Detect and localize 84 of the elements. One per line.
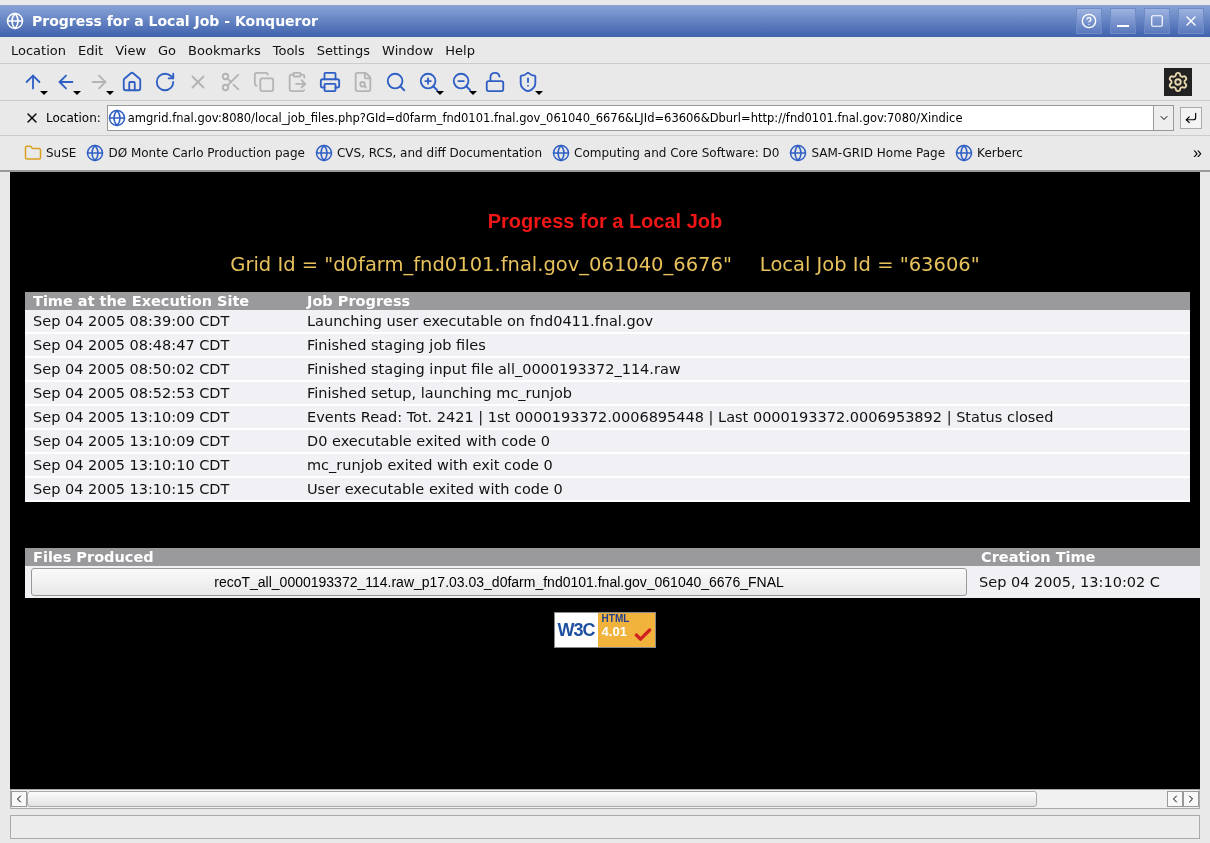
scissors-icon bbox=[220, 71, 242, 93]
table-cell: Sep 04 2005 08:39:00 CDT bbox=[25, 310, 299, 333]
globe-icon bbox=[955, 144, 974, 162]
menu-item[interactable]: Location bbox=[6, 40, 71, 60]
local-job-id: Local Job Id = "63606" bbox=[759, 253, 980, 276]
globe-icon bbox=[6, 12, 24, 30]
minimize-button[interactable] bbox=[1110, 8, 1136, 34]
table-cell: Sep 04 2005 13:10:09 CDT bbox=[25, 405, 299, 429]
location-label: Location: bbox=[46, 111, 101, 125]
bookmark-item[interactable]: Kerberc bbox=[955, 144, 1023, 162]
table-cell: Launching user executable on fnd0411.fnal.gov bbox=[299, 310, 1190, 333]
printer-icon bbox=[319, 71, 341, 93]
more-button[interactable]: » bbox=[1191, 144, 1204, 162]
location-field[interactable]: amgrid.fnal.gov:8080/local_job_files.php?GId=d0farm_fnd0101.fnal.gov_061040_6676&LJId=63606&Dburl=http://fnd0101.fnal.gov:7080/Xindice bbox=[106, 105, 1174, 131]
file-button[interactable]: recoT_all_0000193372_114.raw_p17.03.03_d0farm_fnd0101.fnal.gov_061040_6676_FNAL bbox=[31, 568, 967, 596]
close-button[interactable] bbox=[1178, 8, 1204, 34]
copy-icon bbox=[253, 71, 275, 93]
go-button[interactable] bbox=[1180, 107, 1202, 129]
menu-item[interactable]: View bbox=[110, 40, 152, 60]
table-cell: Events Read: Tot. 2421 | 1st 0000193372.0006895448 | Last 0000193372.0006953892 | Status closed bbox=[299, 405, 1190, 429]
column-header: Time at the Execution Site bbox=[25, 292, 299, 310]
table-cell: Sep 04 2005 08:48:47 CDT bbox=[25, 333, 299, 357]
enter-arrow-icon bbox=[1184, 111, 1198, 125]
table-cell: Sep 04 2005 13:10:09 CDT bbox=[25, 429, 299, 453]
menu-item[interactable]: Bookmarks bbox=[183, 40, 266, 60]
window-title: Progress for a Local Job - Konqueror bbox=[32, 13, 319, 29]
scroll-left-button[interactable] bbox=[11, 791, 27, 807]
globe-icon bbox=[107, 109, 126, 127]
zoom-in-icon bbox=[418, 71, 440, 93]
menu-item[interactable]: Help bbox=[440, 40, 480, 60]
clipboard-icon bbox=[286, 71, 308, 93]
column-header: Job Progress bbox=[299, 292, 1190, 310]
menu-item[interactable]: Settings bbox=[311, 40, 376, 60]
grid-id: Grid Id = "d0farm_fnd0101.fnal.gov_061040_6676" bbox=[230, 253, 732, 276]
table-cell: Finished staging job files bbox=[299, 333, 1190, 357]
globe-icon bbox=[86, 144, 105, 162]
table-cell: mc_runjob exited with exit code 0 bbox=[299, 453, 1190, 477]
page-heading: Progress for a Local Job bbox=[486, 210, 724, 233]
menu-item[interactable]: Go bbox=[153, 40, 182, 60]
scroll-right-button[interactable] bbox=[1183, 791, 1199, 807]
bookmark-item[interactable]: CVS, RCS, and diff Documentation bbox=[314, 144, 543, 162]
help-button[interactable] bbox=[1076, 8, 1102, 34]
search-icon bbox=[385, 71, 407, 93]
column-header: Files Produced bbox=[25, 548, 973, 566]
padlock-icon bbox=[484, 71, 506, 93]
dropdown-button[interactable] bbox=[1153, 106, 1173, 130]
maximize-button[interactable] bbox=[1144, 8, 1170, 34]
globe-icon bbox=[789, 144, 808, 162]
table-cell: Finished setup, launching mc_runjob bbox=[299, 381, 1190, 405]
zoom-out-icon bbox=[451, 71, 473, 93]
table-cell: User executable exited with code 0 bbox=[299, 477, 1190, 501]
home-icon bbox=[121, 71, 143, 93]
gear-icon bbox=[1167, 71, 1189, 93]
globe-icon bbox=[314, 144, 333, 162]
badge-text: 4.01 bbox=[601, 624, 627, 639]
table-cell: Sep 04 2005 13:10:15 CDT bbox=[25, 477, 299, 501]
table-cell: Sep 04 2005 08:52:53 CDT bbox=[25, 381, 299, 405]
badge-text: HTML bbox=[601, 613, 630, 624]
minimize-icon bbox=[1117, 25, 1129, 27]
menu-item[interactable]: Window bbox=[377, 40, 439, 60]
bookmark-item[interactable]: Computing and Core Software: D0 bbox=[552, 144, 780, 162]
reload-icon bbox=[154, 71, 176, 93]
column-header: Creation Time bbox=[973, 548, 1200, 566]
globe-icon bbox=[552, 144, 571, 162]
badge-text: W3C bbox=[554, 613, 598, 647]
bookmark-item[interactable]: DØ Monte Carlo Production page bbox=[86, 144, 305, 162]
menu-item[interactable]: Edit bbox=[73, 40, 109, 60]
table-cell: Sep 04 2005 08:50:02 CDT bbox=[25, 357, 299, 381]
folder-icon bbox=[24, 144, 42, 162]
shield-icon bbox=[517, 71, 539, 93]
table-cell: Sep 04 2005, 13:10:02 C bbox=[973, 566, 1200, 598]
scroll-left-button[interactable] bbox=[1167, 791, 1183, 807]
menu-item[interactable]: Tools bbox=[267, 40, 310, 60]
print-preview-icon bbox=[352, 71, 374, 93]
table-cell: D0 executable exited with code 0 bbox=[299, 429, 1190, 453]
horizontal-scrollbar[interactable] bbox=[10, 789, 1200, 809]
bookmark-item[interactable]: SAM-GRID Home Page bbox=[789, 144, 946, 162]
maximize-icon bbox=[1150, 14, 1164, 28]
table-cell: Finished staging input file all_0000193372_114.raw bbox=[299, 357, 1190, 381]
bookmark-item[interactable]: SuSE bbox=[24, 144, 77, 162]
help-icon bbox=[1081, 13, 1097, 29]
gear-button[interactable] bbox=[1164, 68, 1192, 96]
table-cell: Sep 04 2005 13:10:10 CDT bbox=[25, 453, 299, 477]
scrollbar-thumb[interactable] bbox=[27, 791, 1037, 807]
